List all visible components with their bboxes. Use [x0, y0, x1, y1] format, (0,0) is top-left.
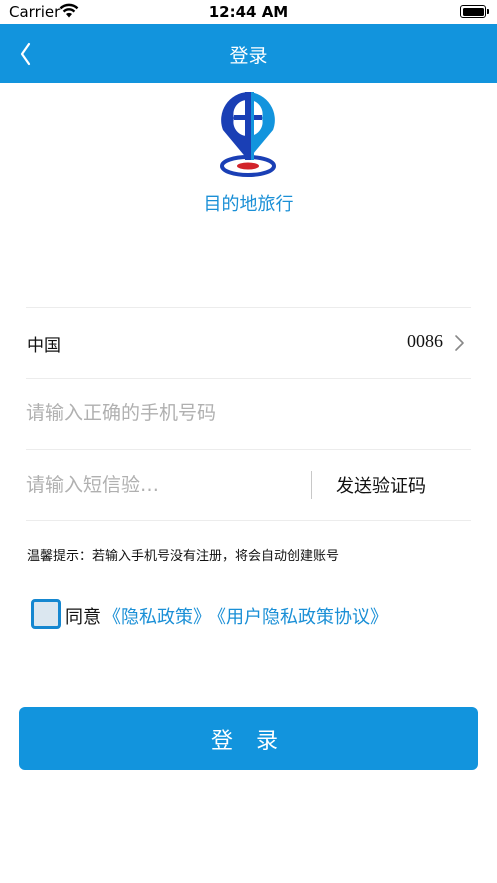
- status-bar: Carrier 12:44 AM: [0, 0, 497, 24]
- country-label: 中国: [27, 336, 61, 356]
- divider: [26, 307, 471, 308]
- login-button[interactable]: 登 录: [19, 707, 478, 770]
- divider: [26, 378, 471, 379]
- battery-icon: [460, 5, 489, 18]
- divider: [26, 520, 471, 521]
- sms-code-input[interactable]: [26, 468, 301, 502]
- agree-checkbox[interactable]: [31, 599, 61, 629]
- send-code-button[interactable]: 发送验证码: [336, 472, 426, 498]
- field-separator: [311, 471, 312, 499]
- page-title: 登录: [229, 45, 268, 67]
- chevron-right-icon: [455, 335, 464, 351]
- app-logo: [220, 92, 276, 177]
- user-privacy-agreement-link[interactable]: 《用户隐私政策协议》: [208, 603, 388, 629]
- status-time: 12:44 AM: [208, 3, 289, 21]
- privacy-policy-link[interactable]: 《隐私政策》: [103, 603, 211, 629]
- phone-input[interactable]: [26, 396, 466, 430]
- registration-hint: 温馨提示：若输入手机号没有注册，将会自动创建账号: [27, 549, 340, 564]
- navigation-bar: 登录: [0, 24, 497, 83]
- divider: [26, 449, 471, 450]
- agree-label: 同意: [65, 607, 101, 628]
- country-code: 0086: [407, 331, 443, 351]
- app-name: 目的地旅行: [203, 194, 294, 215]
